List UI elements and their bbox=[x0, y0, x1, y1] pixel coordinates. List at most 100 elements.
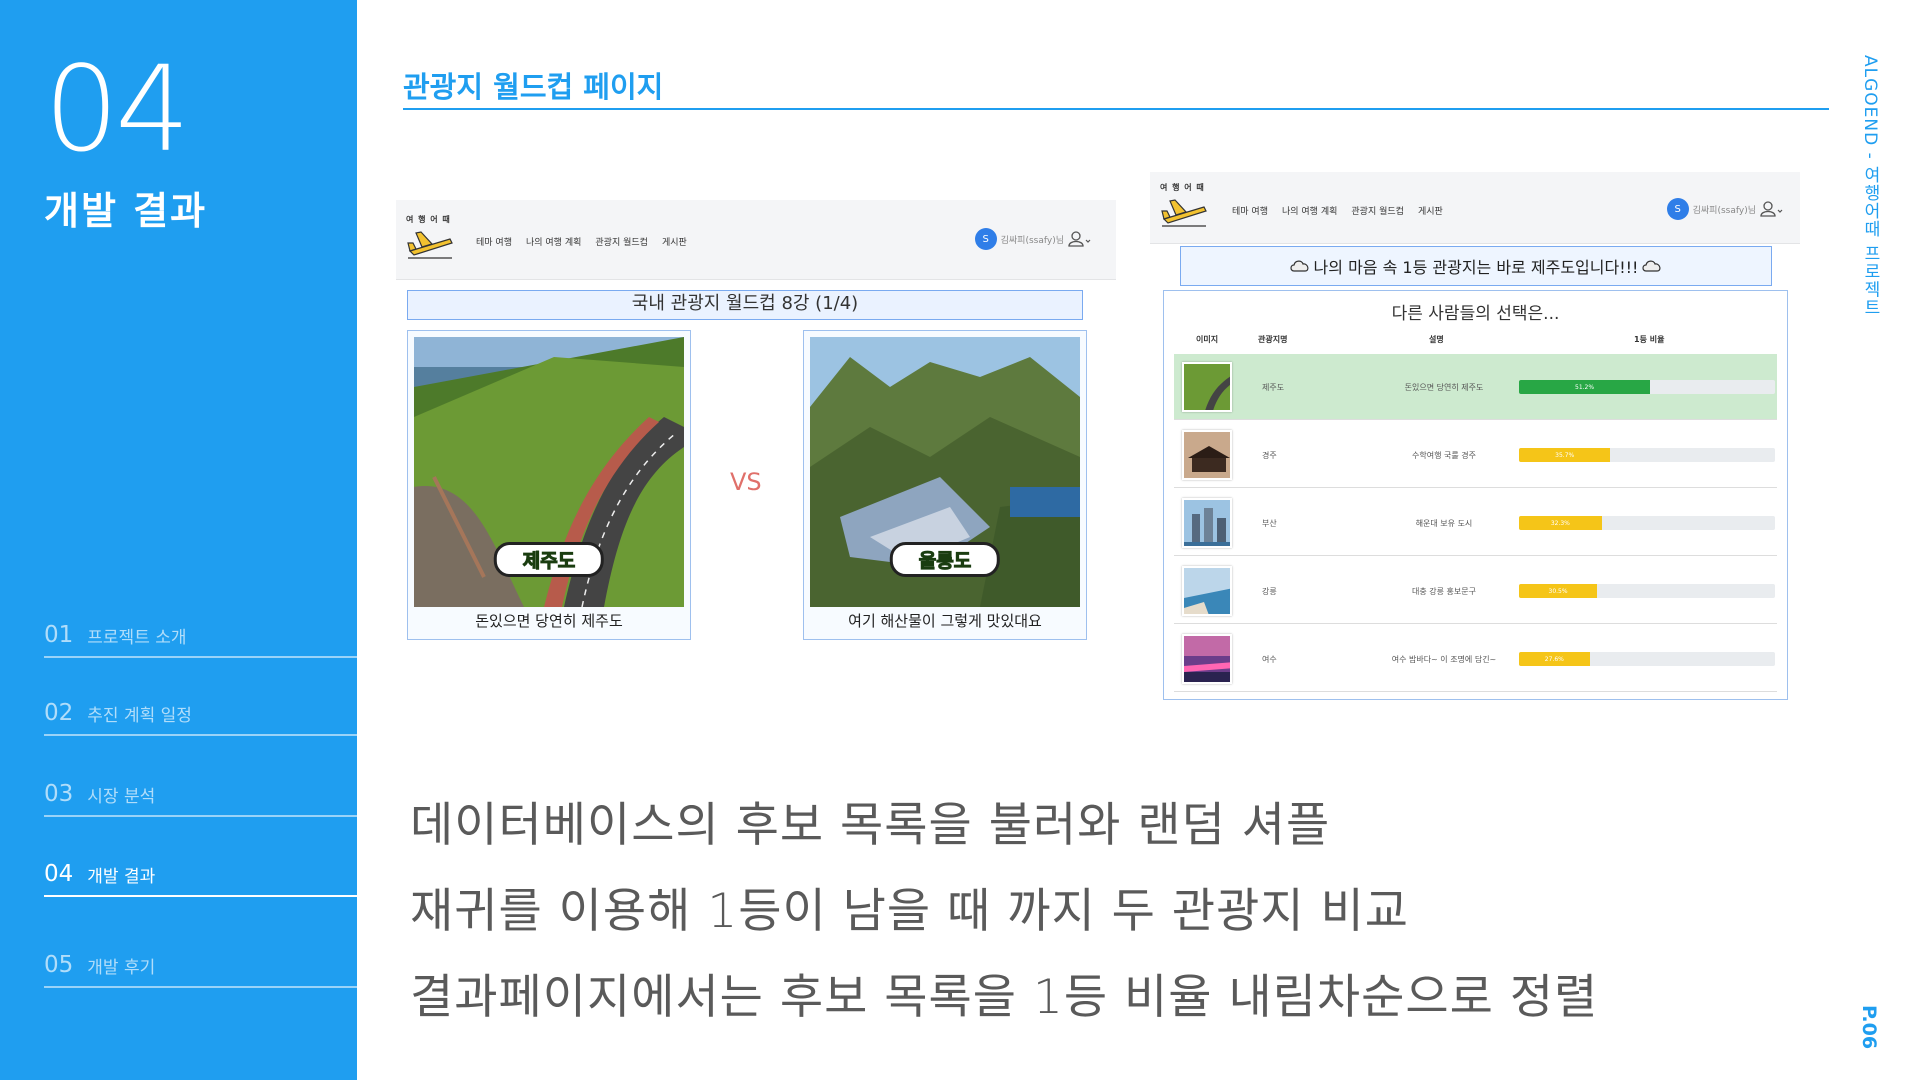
vertical-project-title: ALGOEND - 여행어때 프로젝트 bbox=[1860, 55, 1880, 317]
toc-number: 01 bbox=[44, 622, 74, 648]
toc-label: 추진 계획 일정 bbox=[87, 706, 192, 726]
place-name: 제주도 bbox=[1262, 383, 1285, 392]
worldcup-screenshot: 여 행 어 때 테마 여행 나의 여행 계획 관광지 월드컵 게시판 S 김싸피… bbox=[396, 200, 1116, 645]
app-logo[interactable]: 여 행 어 때 bbox=[406, 214, 456, 264]
user-menu[interactable]: S 김싸피(ssafy)님 bbox=[1666, 198, 1784, 220]
sidebar: 04 개발 결과 01 프로젝트 소개 02 추진 계획 일정 03 시장 분석… bbox=[0, 0, 357, 1080]
ratio-label: 27.6% bbox=[1544, 655, 1564, 663]
toc-item-04[interactable]: 04 개발 결과 bbox=[44, 859, 357, 897]
toc-item-05[interactable]: 05 개발 후기 bbox=[44, 950, 357, 988]
airplane-icon bbox=[407, 231, 453, 259]
app-navbar: 여 행 어 때 테마 여행 나의 여행 계획 관광지 월드컵 게시판 S 김싸피… bbox=[396, 200, 1116, 280]
menu-worldcup[interactable]: 관광지 월드컵 bbox=[595, 235, 648, 248]
ratio-bar: 35.7% bbox=[1519, 448, 1775, 462]
ratio-fill: 35.7% bbox=[1519, 448, 1611, 462]
page-number: P.06 bbox=[1858, 1005, 1880, 1050]
ranking-row: 경주 수학여행 국룰 경주 35.7% bbox=[1174, 422, 1777, 488]
app-menu: 테마 여행 나의 여행 계획 관광지 월드컵 게시판 bbox=[1232, 204, 1443, 217]
avatar: S bbox=[974, 228, 997, 250]
place-name: 강릉 bbox=[1262, 587, 1277, 596]
airplane-icon bbox=[1161, 199, 1207, 227]
app-menu: 테마 여행 나의 여행 계획 관광지 월드컵 게시판 bbox=[476, 235, 687, 248]
round-banner: 국내 관광지 월드컵 8강 (1/4) bbox=[407, 290, 1083, 320]
menu-theme-travel[interactable]: 테마 여행 bbox=[1232, 204, 1268, 217]
place-desc: 여수 밤바다~ 이 조명에 담긴~ bbox=[1391, 655, 1497, 664]
ranking-panel: 다른 사람들의 선택은... 이미지 관광지명 설명 1등 비율 제주도 돈있으… bbox=[1163, 290, 1788, 700]
ratio-fill: 27.6% bbox=[1519, 652, 1590, 666]
toc-label: 프로젝트 소개 bbox=[87, 628, 187, 648]
place-name: 부산 bbox=[1262, 519, 1277, 528]
user-menu[interactable]: S 김싸피(ssafy)님 bbox=[974, 228, 1092, 250]
app-logo[interactable]: 여 행 어 때 bbox=[1160, 182, 1210, 232]
toc-label: 시장 분석 bbox=[87, 787, 156, 807]
page-title: 관광지 월드컵 페이지 bbox=[403, 70, 664, 104]
col-image: 이미지 bbox=[1196, 335, 1219, 344]
col-ratio: 1등 비율 bbox=[1634, 335, 1665, 344]
description-line-1: 데이터베이스의 후보 목록을 불러와 랜덤 셔플 bbox=[410, 798, 1331, 853]
place-thumbnail bbox=[1182, 634, 1232, 684]
winner-banner: 나의 마음 속 1등 관광지는 바로 제주도입니다!!! bbox=[1180, 246, 1772, 286]
toc-item-01[interactable]: 01 프로젝트 소개 bbox=[44, 620, 357, 658]
ranking-table-header: 이미지 관광지명 설명 1등 비율 bbox=[1174, 334, 1777, 350]
place-desc: 돈있으면 당연히 제주도 bbox=[1404, 383, 1484, 392]
description-line-2: 재귀를 이용해 1등이 남을 때 까지 두 관광지 비교 bbox=[410, 884, 1409, 939]
logo-text: 여 행 어 때 bbox=[406, 215, 451, 224]
ranking-row: 여수 여수 밤바다~ 이 조명에 담긴~ 27.6% bbox=[1174, 626, 1777, 692]
candidate-card-left[interactable]: 제주도 돈있으면 당연히 제주도 bbox=[407, 330, 691, 640]
toc-label: 개발 결과 bbox=[87, 867, 156, 887]
avatar: S bbox=[1666, 198, 1689, 220]
menu-my-plan[interactable]: 나의 여행 계획 bbox=[1282, 204, 1337, 217]
ratio-bar: 27.6% bbox=[1519, 652, 1775, 666]
toc-number: 02 bbox=[44, 700, 74, 726]
menu-board[interactable]: 게시판 bbox=[662, 235, 687, 248]
place-name: 여수 bbox=[1262, 655, 1277, 664]
candidate-name-badge: 제주도 bbox=[493, 542, 605, 577]
ratio-label: 32.3% bbox=[1550, 519, 1570, 527]
user-icon bbox=[1760, 201, 1783, 217]
menu-theme-travel[interactable]: 테마 여행 bbox=[476, 235, 512, 248]
user-name: 김싸피(ssafy)님 bbox=[1000, 235, 1064, 246]
place-thumbnail bbox=[1182, 566, 1232, 616]
ratio-bar: 51.2% bbox=[1519, 380, 1775, 394]
toc-item-02[interactable]: 02 추진 계획 일정 bbox=[44, 698, 357, 736]
winner-text: 나의 마음 속 1등 관광지는 바로 제주도입니다!!! bbox=[1313, 258, 1639, 277]
app-navbar: 여 행 어 때 테마 여행 나의 여행 계획 관광지 월드컵 게시판 S 김싸피… bbox=[1150, 172, 1800, 244]
user-icon bbox=[1068, 231, 1091, 247]
place-desc: 대충 강릉 홍보문구 bbox=[1412, 587, 1476, 596]
ranking-row: 강릉 대충 강릉 홍보문구 30.5% bbox=[1174, 558, 1777, 624]
ratio-label: 51.2% bbox=[1575, 383, 1595, 391]
section-number: 04 bbox=[44, 40, 190, 178]
menu-board[interactable]: 게시판 bbox=[1418, 204, 1443, 217]
ratio-fill: 32.3% bbox=[1519, 516, 1602, 530]
cloud-icon bbox=[1642, 260, 1661, 272]
place-name: 경주 bbox=[1262, 451, 1277, 460]
place-desc: 해운대 보유 도시 bbox=[1415, 519, 1473, 528]
place-thumbnail bbox=[1182, 362, 1232, 412]
place-desc: 수학여행 국룰 경주 bbox=[1412, 451, 1476, 460]
ratio-bar: 30.5% bbox=[1519, 584, 1775, 598]
menu-my-plan[interactable]: 나의 여행 계획 bbox=[526, 235, 581, 248]
ratio-label: 30.5% bbox=[1548, 587, 1568, 595]
menu-worldcup[interactable]: 관광지 월드컵 bbox=[1351, 204, 1404, 217]
ranking-row: 제주도 돈있으면 당연히 제주도 51.2% bbox=[1174, 354, 1777, 420]
toc-number: 04 bbox=[44, 861, 74, 887]
candidate-image: 울릉도 bbox=[810, 337, 1080, 607]
candidate-caption: 돈있으면 당연히 제주도 bbox=[475, 612, 623, 630]
col-name: 관광지명 bbox=[1258, 335, 1288, 344]
ratio-bar: 32.3% bbox=[1519, 516, 1775, 530]
description-line-3: 결과페이지에서는 후보 목록을 1등 비율 내림차순으로 정렬 bbox=[410, 970, 1599, 1025]
slide: 04 개발 결과 01 프로젝트 소개 02 추진 계획 일정 03 시장 분석… bbox=[0, 0, 1920, 1080]
toc-number: 05 bbox=[44, 952, 74, 978]
toc-item-03[interactable]: 03 시장 분석 bbox=[44, 779, 357, 817]
ratio-fill: 51.2% bbox=[1519, 380, 1651, 394]
user-name: 김싸피(ssafy)님 bbox=[1692, 205, 1756, 216]
place-thumbnail bbox=[1182, 498, 1232, 548]
cloud-icon bbox=[1289, 260, 1309, 272]
candidate-caption: 여기 해산물이 그렇게 맛있대요 bbox=[848, 612, 1042, 630]
vs-label: VS bbox=[730, 468, 762, 496]
section-title: 개발 결과 bbox=[44, 189, 208, 233]
ratio-label: 35.7% bbox=[1555, 451, 1575, 459]
place-thumbnail bbox=[1182, 430, 1232, 480]
logo-text: 여 행 어 때 bbox=[1160, 183, 1205, 192]
candidate-card-right[interactable]: 울릉도 여기 해산물이 그렇게 맛있대요 bbox=[803, 330, 1087, 640]
